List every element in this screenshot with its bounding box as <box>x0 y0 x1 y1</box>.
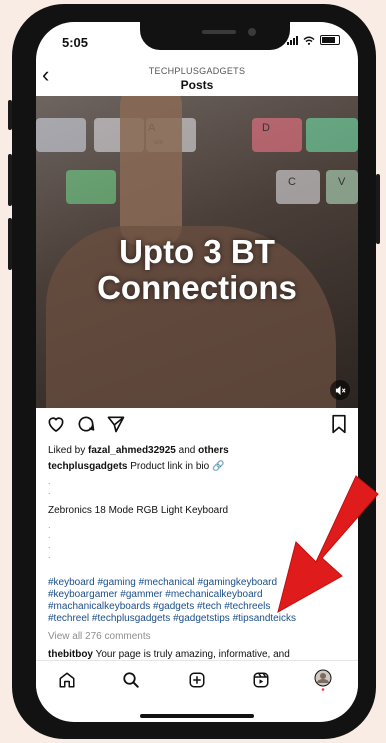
side-button-volume-down <box>8 218 12 270</box>
keyboard-key <box>36 118 86 152</box>
key-label-v: V <box>338 176 346 188</box>
reels-icon[interactable] <box>250 669 272 691</box>
status-icons <box>287 35 340 45</box>
create-icon[interactable] <box>186 669 208 691</box>
header-account: TECHPLUSGADGETS <box>148 66 246 76</box>
action-bar <box>46 414 350 436</box>
wifi-icon <box>303 36 315 45</box>
mute-icon[interactable] <box>330 380 350 400</box>
caption-dots: .. <box>48 476 51 496</box>
side-button-silent <box>8 100 12 130</box>
page-title: Posts <box>180 78 214 92</box>
camera <box>248 28 256 36</box>
battery-icon <box>320 35 340 45</box>
red-annotation-arrow <box>277 475 379 614</box>
overlay-text-line2: Connections <box>97 269 297 306</box>
caption-line: techplusgadgets Product link in bio 🔗 <box>48 461 224 472</box>
liked-by-and: and <box>175 445 199 456</box>
keyboard-key <box>276 170 320 204</box>
home-icon[interactable] <box>56 669 78 691</box>
overlay-text-line1: Upto 3 BT <box>119 233 275 270</box>
comment-icon[interactable] <box>76 414 96 434</box>
bookmark-icon[interactable] <box>330 414 348 434</box>
comment-username[interactable]: thebitboy <box>48 649 93 660</box>
view-all-comments-link[interactable]: View all 276 comments <box>48 631 151 642</box>
caption-text: Product link in bio 🔗 <box>127 461 225 472</box>
post-description: Zebronics 18 Mode RGB Light Keyboard <box>48 505 229 516</box>
video-overlay-text: Upto 3 BT Connections <box>36 234 358 306</box>
search-icon[interactable] <box>120 669 142 691</box>
home-indicator <box>140 714 254 718</box>
bottom-tab-bar <box>36 660 358 701</box>
notch <box>140 22 290 50</box>
comment-text: Your page is truly amazing, informative,… <box>93 649 290 660</box>
side-button-volume-up <box>8 154 12 206</box>
heart-icon[interactable] <box>46 414 66 434</box>
post-media-video[interactable]: A win D C V Upto 3 BT Connections <box>36 96 358 408</box>
speaker <box>202 30 236 34</box>
signal-icon <box>287 35 298 45</box>
liked-by-others[interactable]: others <box>198 445 229 456</box>
keyboard-key <box>66 170 116 204</box>
key-label-d: D <box>262 122 270 134</box>
profile-avatar[interactable] <box>312 669 334 691</box>
keyboard-key <box>252 118 302 152</box>
liked-by-line: Liked by fazal_ahmed32925 and others <box>48 445 229 456</box>
finger <box>120 96 182 246</box>
liked-by-prefix: Liked by <box>48 445 89 456</box>
liked-by-user[interactable]: fazal_ahmed32925 <box>88 445 176 456</box>
caption-username[interactable]: techplusgadgets <box>48 461 127 472</box>
side-button-power <box>376 174 380 244</box>
description-dots: .... <box>48 520 51 560</box>
keyboard-key <box>306 118 358 152</box>
share-icon[interactable] <box>106 414 126 434</box>
key-label-c: C <box>288 176 296 188</box>
status-time: 5:05 <box>62 35 89 50</box>
comment-preview: thebitboy Your page is truly amazing, in… <box>48 649 290 660</box>
